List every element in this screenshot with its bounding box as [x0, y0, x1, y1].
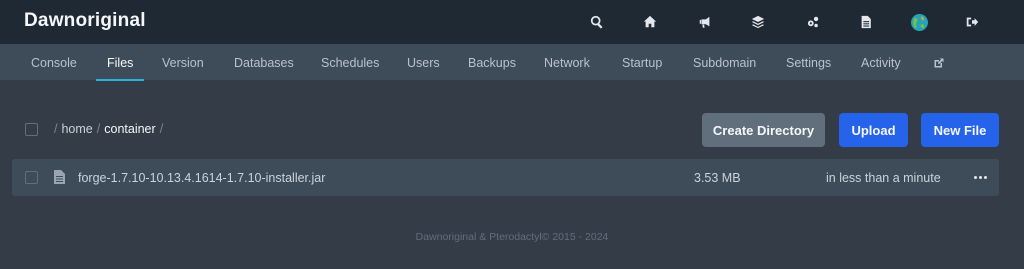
file-name[interactable]: forge-1.7.10-10.13.4.1614-1.7.10-install… — [78, 171, 325, 185]
file-icon — [54, 170, 65, 184]
file-row[interactable]: forge-1.7.10-10.13.4.1614-1.7.10-install… — [12, 159, 999, 196]
select-all-checkbox[interactable] — [25, 123, 38, 136]
breadcrumb-separator: / — [96, 122, 101, 136]
avatar[interactable] — [908, 11, 930, 33]
tab-activity[interactable]: Activity — [861, 44, 901, 81]
external-link-icon[interactable] — [933, 44, 945, 81]
breadcrumb-separator: / — [159, 122, 164, 136]
tab-backups[interactable]: Backups — [468, 44, 516, 81]
tab-databases[interactable]: Databases — [234, 44, 294, 81]
breadcrumb-container[interactable]: container — [104, 122, 155, 136]
tab-files[interactable]: Files — [95, 44, 145, 81]
top-navigation-bar: Dawnoriginal — [0, 0, 1024, 44]
tab-version[interactable]: Version — [162, 44, 204, 81]
home-icon[interactable] — [639, 11, 661, 33]
tab-network[interactable]: Network — [544, 44, 590, 81]
file-modified: in less than a minute — [826, 171, 941, 185]
footer-copyright: Dawnoriginal & Pterodactyl© 2015 - 2024 — [415, 231, 609, 243]
tab-console[interactable]: Console — [31, 44, 77, 81]
upload-button[interactable]: Upload — [839, 113, 908, 147]
cogs-icon[interactable] — [802, 11, 824, 33]
breadcrumb-home[interactable]: home — [61, 122, 92, 136]
more-options-icon[interactable] — [970, 168, 990, 186]
layers-icon[interactable] — [747, 11, 769, 33]
tab-subdomain[interactable]: Subdomain — [693, 44, 756, 81]
tab-schedules[interactable]: Schedules — [321, 44, 379, 81]
megaphone-icon[interactable] — [694, 11, 716, 33]
search-icon[interactable] — [586, 11, 608, 33]
top-icon-group — [0, 0, 1024, 44]
document-icon[interactable] — [855, 11, 877, 33]
breadcrumb-separator: / — [54, 122, 58, 136]
file-size: 3.53 MB — [694, 171, 741, 185]
tab-settings[interactable]: Settings — [786, 44, 831, 81]
tab-users[interactable]: Users — [407, 44, 440, 81]
tab-startup[interactable]: Startup — [622, 44, 662, 81]
new-file-button[interactable]: New File — [921, 113, 999, 147]
breadcrumb: / home / container / — [50, 122, 167, 136]
file-select-checkbox[interactable] — [25, 171, 38, 184]
sign-out-icon[interactable] — [961, 11, 983, 33]
server-tab-bar: Console Files Version Databases Schedule… — [0, 44, 1024, 81]
create-directory-button[interactable]: Create Directory — [702, 113, 825, 147]
